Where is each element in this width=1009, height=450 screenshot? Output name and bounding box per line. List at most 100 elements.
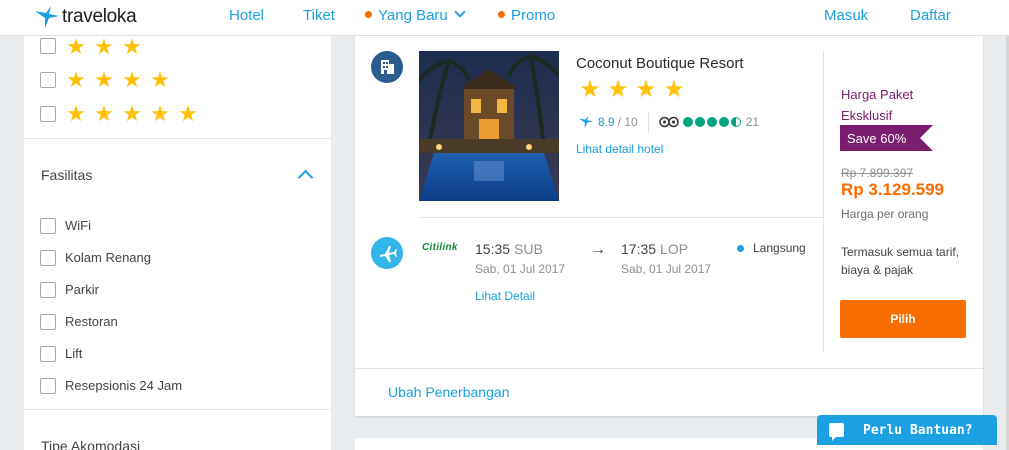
star-4-rating: ★ ★ ★ ★: [62, 69, 174, 91]
price-per-person-label: Harga per orang: [841, 207, 929, 221]
chat-bubble-icon: [829, 423, 844, 441]
depart-time-value: 15:35: [475, 241, 511, 257]
airline-logo: Citilink: [422, 242, 458, 253]
rating-bubble-icon: [718, 117, 729, 127]
traveloka-score: 8.9: [598, 115, 615, 129]
nav-masuk[interactable]: Masuk: [824, 7, 868, 24]
rating-bubble-icon: [694, 117, 705, 127]
divider: [419, 217, 823, 218]
star-icon: ★: [178, 101, 198, 126]
save-badge-text: Save 60%: [847, 131, 907, 146]
divider: [24, 138, 331, 139]
change-flight-link[interactable]: Ubah Penerbangan: [388, 384, 509, 400]
facility-label-parking[interactable]: Parkir: [65, 282, 99, 297]
package-card: Coconut Boutique Resort ★ ★ ★ ★ 8.9 / 10 21…: [355, 36, 983, 416]
divider: [647, 111, 649, 133]
traveloka-score-icon: [579, 115, 593, 129]
arrive-time-value: 17:35: [621, 241, 657, 257]
logo-text: traveloka: [62, 6, 137, 27]
rating-bubble-icon: [682, 117, 693, 127]
nav-promo-label: Promo: [511, 7, 556, 24]
arrow-right-icon: →: [590, 241, 606, 258]
select-button[interactable]: Pilih: [840, 300, 966, 338]
depart-airport-code: SUB: [514, 241, 543, 257]
rating-bubble-icon: [706, 117, 717, 127]
star-icon: ★: [150, 101, 170, 126]
star-icon: ★: [663, 76, 685, 103]
help-chat-button[interactable]: Perlu Bantuan?: [817, 415, 997, 445]
tripadvisor-bubbles: [682, 117, 741, 127]
chevron-up-icon[interactable]: [297, 169, 314, 186]
star-3-rating: ★ ★ ★: [62, 36, 146, 58]
rating-row: 8.9 / 10 21: [578, 111, 759, 133]
price-included-note: Termasuk semua tarif, biaya & pajak: [841, 245, 960, 277]
flight-type: Langsung: [753, 241, 806, 255]
facility-label-reception[interactable]: Resepsionis 24 Jam: [65, 378, 182, 393]
star-icon: ★: [122, 34, 142, 59]
rating-bubble-icon: [730, 117, 741, 127]
hotel-detail-link[interactable]: Lihat detail hotel: [576, 142, 663, 156]
airplane-icon: [371, 237, 403, 269]
facility-label-restaurant[interactable]: Restoran: [65, 314, 118, 329]
star-3-checkbox[interactable]: [40, 38, 56, 54]
hotel-star-rating: ★ ★ ★ ★: [576, 76, 688, 103]
nav-daftar[interactable]: Daftar: [910, 7, 951, 24]
promo-dot-icon: [498, 11, 505, 18]
nav-yang-baru-label: Yang Baru: [378, 7, 448, 24]
star-icon: ★: [607, 76, 629, 103]
arrive-time: 17:35 LOP: [621, 241, 688, 257]
facility-checkbox-wifi[interactable]: [40, 218, 56, 234]
facility-checkbox-reception[interactable]: [40, 378, 56, 394]
star-4-checkbox[interactable]: [40, 72, 56, 88]
facility-section-title[interactable]: Fasilitas: [41, 167, 92, 183]
hotel-name-link[interactable]: Coconut Boutique Resort: [576, 55, 744, 72]
star-icon: ★: [150, 67, 170, 92]
star-icon: ★: [94, 67, 114, 92]
divider: [823, 51, 824, 353]
traveloka-logo[interactable]: traveloka: [34, 5, 137, 29]
original-price: Rp 7.899.397: [841, 166, 914, 180]
facility-checkbox-restaurant[interactable]: [40, 314, 56, 330]
facility-label-wifi[interactable]: WiFi: [65, 218, 91, 233]
package-label: Harga Paket Eksklusif: [841, 87, 914, 123]
bird-logo-icon: [35, 6, 59, 28]
facility-checkbox-pool[interactable]: [40, 250, 56, 266]
nav-tiket[interactable]: Tiket: [303, 7, 335, 24]
score-max: / 10: [617, 115, 638, 129]
chevron-down-icon: [454, 6, 466, 18]
hotel-photo[interactable]: [419, 51, 559, 201]
depart-time: 15:35 SUB: [475, 241, 543, 257]
nav-hotel[interactable]: Hotel: [229, 7, 264, 24]
star-icon: ★: [66, 67, 86, 92]
nav-promo[interactable]: Promo: [498, 7, 555, 24]
package-price: Rp 3.129.599: [841, 180, 945, 199]
filter-sidebar: ★ ★ ★ ★ ★ ★ ★ ★ ★ ★ ★ ★ Fasilitas WiFi Kolam Rena…: [24, 36, 331, 450]
accommodation-type-title[interactable]: Tipe Akomodasi: [41, 438, 140, 450]
review-count: 21: [745, 115, 760, 129]
star-icon: ★: [122, 67, 142, 92]
facility-checkbox-parking[interactable]: [40, 282, 56, 298]
top-header: traveloka Hotel Tiket Yang Baru Promo Ma…: [0, 0, 1009, 36]
star-icon: ★: [66, 101, 86, 126]
star-icon: ★: [94, 34, 114, 59]
flight-detail-link[interactable]: Lihat Detail: [475, 289, 535, 303]
star-icon: ★: [122, 101, 142, 126]
divider: [24, 409, 331, 410]
arrive-airport-code: LOP: [660, 241, 689, 257]
star-icon: ★: [579, 76, 601, 103]
hotel-building-icon: [371, 51, 403, 83]
star-5-checkbox[interactable]: [40, 106, 56, 122]
star-icon: ★: [94, 101, 114, 126]
new-dot-icon: [365, 11, 372, 18]
facility-label-pool[interactable]: Kolam Renang: [65, 250, 151, 265]
divider: [355, 368, 983, 369]
star-icon: ★: [635, 76, 657, 103]
star-5-rating: ★ ★ ★ ★ ★: [62, 103, 202, 125]
help-chat-label: Perlu Bantuan?: [863, 423, 973, 438]
nav-yang-baru[interactable]: Yang Baru: [365, 6, 466, 24]
direct-dot-icon: [737, 245, 744, 252]
tripadvisor-owl-icon: [658, 116, 679, 128]
arrive-date: Sab, 01 Jul 2017: [621, 262, 712, 276]
facility-checkbox-lift[interactable]: [40, 346, 56, 362]
facility-label-lift[interactable]: Lift: [65, 346, 82, 361]
